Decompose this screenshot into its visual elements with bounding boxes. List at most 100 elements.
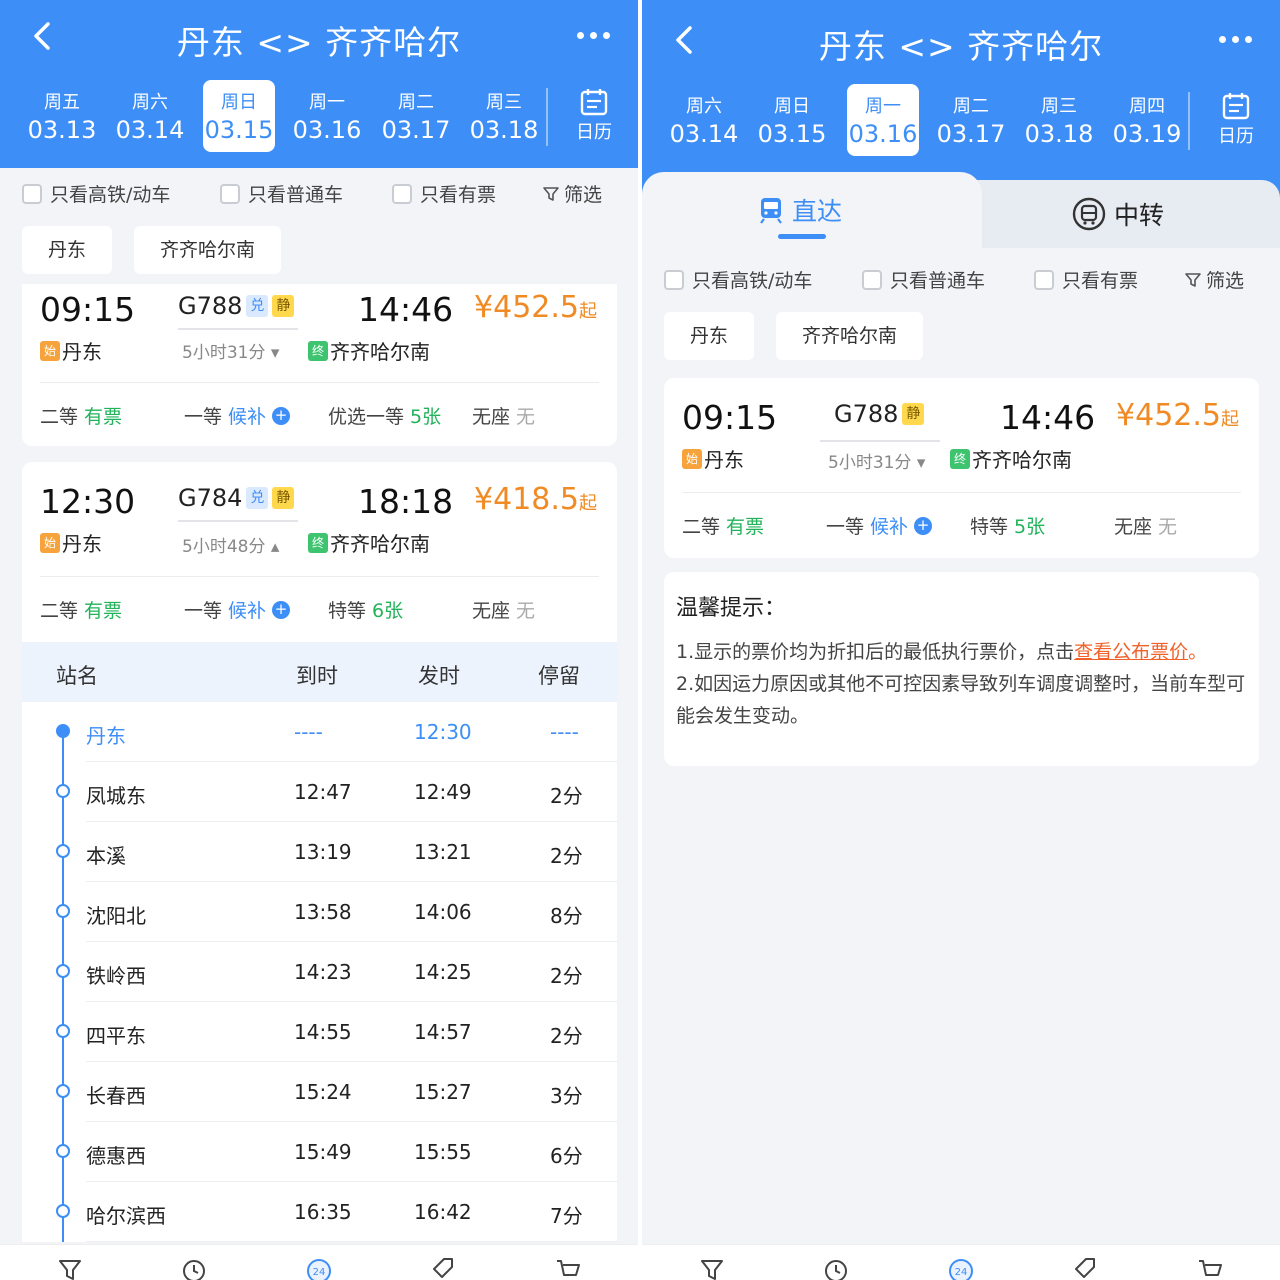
train-card[interactable]: 12:30 G784 兑静 18:18 ¥418.5起 始丹东 5小时48分 ▴ … [22,462,617,642]
header-depart: 发时 [418,664,460,688]
waitlist-plus-icon[interactable]: + [914,516,933,535]
24h-icon[interactable]: 24 [947,1255,975,1280]
calendar-button[interactable]: 日历 [1198,90,1274,154]
date-item[interactable]: 周六 03.14 [114,80,186,152]
station-chip-from[interactable]: 丹东 [22,226,113,274]
duration-toggle[interactable]: 5小时31分 ▾ [828,448,925,473]
checkbox[interactable] [392,183,412,204]
stop-dot-icon [56,1024,70,1038]
tag-icon[interactable] [1070,1255,1098,1280]
stop-row[interactable]: 长春西 15:24 15:27 3分 [22,1062,617,1122]
stop-row[interactable]: 铁岭西 14:23 14:25 2分 [22,942,617,1002]
tab-transfer[interactable]: 中转 [972,180,1280,248]
train-card[interactable]: 09:15 G788 兑静 14:46 ¥452.5起 始丹东 5小时31分 ▾ … [22,284,617,446]
stop-arrive-time: 15:49 [294,1140,352,1164]
waitlist-plus-icon[interactable]: + [272,600,291,619]
date-item[interactable]: 周五 03.13 [26,80,98,152]
date-item[interactable]: 周一 03.16 [291,80,363,152]
duration-toggle[interactable]: 5小时31分 ▾ [182,338,279,363]
nav-bar: 丹东 <> 齐齐哈尔 [0,2,638,72]
stop-row[interactable]: 沈阳北 13:58 14:06 8分 [22,882,617,942]
tab-direct[interactable]: 直达 [642,172,982,248]
stop-row[interactable]: 本溪 13:19 13:21 2分 [22,822,617,882]
stop-row[interactable]: 德惠西 15:49 15:55 6分 [22,1122,617,1182]
right-screen: 丹东 <> 齐齐哈尔 周六 03.14 周日 03.15 周一 03.16 周二 03.… [642,0,1280,1280]
filter-screen-button[interactable]: 筛选 [1184,266,1244,293]
price: ¥452.5起 [1116,398,1239,433]
filter-funnel-icon[interactable] [698,1255,726,1280]
checkbox[interactable] [220,183,240,204]
waitlist-plus-icon[interactable]: + [272,406,291,425]
seat-first-class[interactable]: 一等 候补 + [184,596,291,623]
filter-high-speed[interactable]: 只看高铁/动车 [664,266,812,293]
weekday-label: 周日 [221,92,257,113]
stop-row[interactable]: 凤城东 12:47 12:49 2分 [22,762,617,822]
stop-stay-duration: 3分 [550,1084,583,1108]
train-number: G784 兑静 [178,484,295,512]
more-options-icon[interactable] [1216,28,1258,52]
tag-icon[interactable] [428,1255,456,1280]
cart-icon[interactable] [1196,1255,1224,1280]
stop-row[interactable]: 丹东 ---- 12:30 ---- [22,702,617,762]
departure-time: 12:30 [40,482,136,521]
checkbox[interactable] [862,269,882,290]
filter-available-only[interactable]: 只看有票 [392,180,496,207]
filter-normal-train[interactable]: 只看普通车 [220,180,343,207]
quiet-car-tag: 静 [272,295,295,317]
clock-icon[interactable] [180,1255,208,1280]
route-title: 丹东 <> 齐齐哈尔 [176,23,462,62]
seat-first-class[interactable]: 一等 候补 + [184,402,291,429]
filter-funnel-icon[interactable] [56,1255,84,1280]
seat-status: 5张 [1014,516,1046,538]
tips-text: 1.显示的票价均为折扣后的最低执行票价，点击 [676,641,1075,663]
station-chip-to[interactable]: 齐齐哈尔南 [776,312,924,360]
more-options-icon[interactable] [574,24,616,48]
date-label: 03.16 [292,116,362,144]
date-item[interactable]: 周日 03.15 [756,84,828,156]
filter-available-only[interactable]: 只看有票 [1034,266,1138,293]
weekday-label: 周五 [44,92,80,113]
stop-row[interactable]: 哈尔滨西 16:35 16:42 7分 [22,1182,617,1242]
stop-dot-icon [56,844,70,858]
duration-line [178,328,298,330]
checkbox[interactable] [22,183,42,204]
filter-label: 只看高铁/动车 [692,270,813,292]
stop-dot-icon [56,964,70,978]
date-item[interactable]: 周二 03.17 [380,80,452,152]
seat-first-class[interactable]: 一等 候补 + [826,512,933,539]
date-item-selected[interactable]: 周日 03.15 [203,80,275,152]
date-item[interactable]: 周三 03.18 [1023,84,1095,156]
duration-toggle[interactable]: 5小时48分 ▴ [182,532,279,557]
filter-screen-button[interactable]: 筛选 [542,180,602,207]
calendar-button[interactable]: 日历 [556,86,632,150]
24h-icon[interactable]: 24 [305,1255,333,1280]
date-label: 03.13 [27,116,97,144]
checkbox[interactable] [1034,269,1054,290]
filter-high-speed[interactable]: 只看高铁/动车 [22,180,170,207]
station-chip-from[interactable]: 丹东 [664,312,755,360]
weekday-label: 周二 [398,92,434,113]
end-badge: 终 [308,340,328,361]
checkbox[interactable] [664,269,684,290]
cart-icon[interactable] [554,1255,582,1280]
seat-premium-first: 优选一等 5张 [328,402,441,429]
train-card[interactable]: 09:15 G788 静 14:46 ¥452.5起 始丹东 5小时31分 ▾ 终… [664,378,1259,558]
filter-normal-train[interactable]: 只看普通车 [862,266,985,293]
filter-label: 只看普通车 [890,270,986,292]
view-published-fare-link[interactable]: 查看公布票价 [1074,641,1188,663]
filter-label: 筛选 [1206,270,1245,292]
date-item-selected[interactable]: 周一 03.16 [847,84,919,156]
date-item[interactable]: 周三 03.18 [468,80,540,152]
station-chip-to[interactable]: 齐齐哈尔南 [134,226,282,274]
stop-station-name: 四平东 [86,1024,146,1048]
date-item[interactable]: 周六 03.14 [668,84,740,156]
stop-row[interactable]: 四平东 14:55 14:57 2分 [22,1002,617,1062]
divider [682,492,1241,493]
tips-card: 温馨提示： 1.显示的票价均为折扣后的最低执行票价，点击查看公布票价。 2.如因… [664,572,1259,766]
date-item[interactable]: 周二 03.17 [935,84,1007,156]
quiet-car-tag: 静 [902,403,925,425]
clock-icon[interactable] [822,1255,850,1280]
train-number: G788 静 [834,400,925,428]
date-label: 03.14 [115,116,185,144]
date-item[interactable]: 周四 03.19 [1111,84,1183,156]
